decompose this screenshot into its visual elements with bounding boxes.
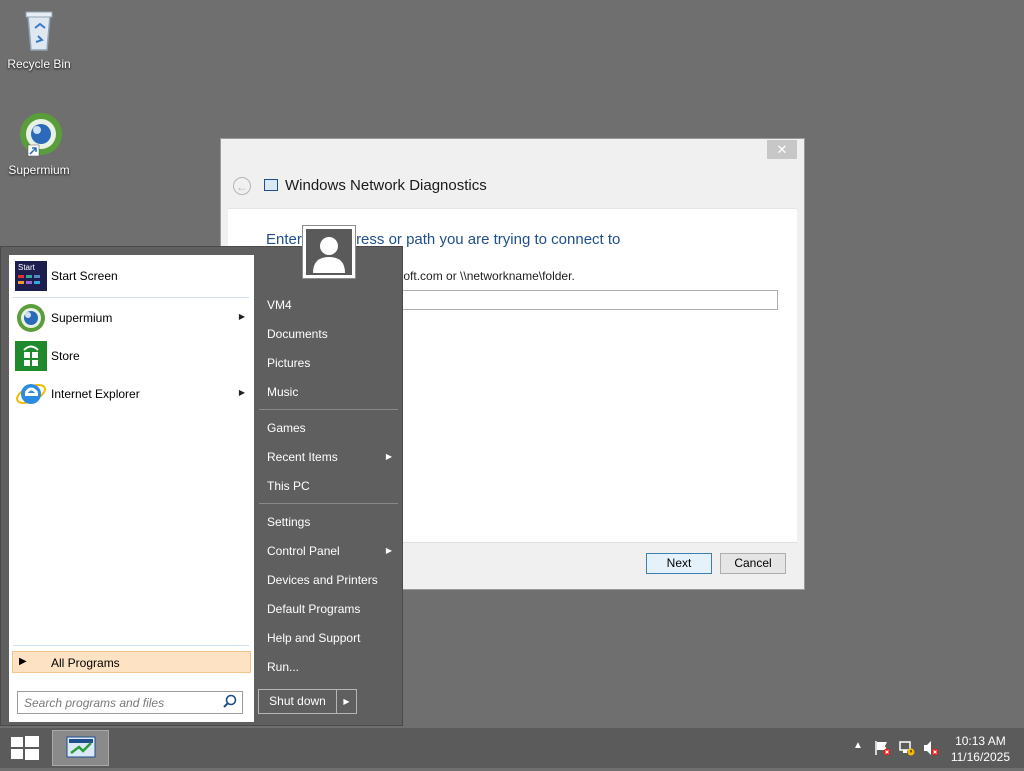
supermium-icon	[20, 113, 62, 157]
shutdown-options-arrow-icon[interactable]: ▶	[336, 689, 357, 714]
shutdown-button[interactable]: Shut down	[258, 689, 337, 714]
start-right-item-run[interactable]: Run...	[258, 653, 398, 680]
start-right-item-recent-items[interactable]: Recent Items ▶	[258, 443, 398, 470]
left-separator	[13, 297, 249, 298]
start-right-item-settings[interactable]: Settings	[258, 508, 398, 535]
right-item-label: Recent Items	[267, 450, 338, 464]
right-item-label: Control Panel	[267, 544, 340, 558]
right-item-label: Documents	[267, 327, 328, 341]
start-search-box[interactable]: Search programs and files	[17, 691, 243, 714]
dialog-title: Windows Network Diagnostics	[285, 177, 487, 194]
start-right-item-control-panel[interactable]: Control Panel ▶	[258, 537, 398, 564]
pinned-item-label: Store	[51, 349, 80, 363]
right-item-label: Music	[267, 385, 299, 399]
start-right-item-help-support[interactable]: Help and Support	[258, 624, 398, 651]
all-programs-label: All Programs	[51, 656, 120, 670]
start-button[interactable]	[0, 728, 50, 768]
start-right-item-games[interactable]: Games	[258, 414, 398, 441]
action-center-flag-icon[interactable]	[874, 740, 892, 756]
store-icon	[15, 341, 47, 371]
start-right-item-default-programs[interactable]: Default Programs	[258, 595, 398, 622]
start-right-item-vm4[interactable]: VM4	[258, 291, 398, 318]
right-separator	[259, 503, 398, 504]
start-right-item-pictures[interactable]: Pictures	[258, 349, 398, 376]
clock-date: 11/16/2025	[950, 750, 1010, 764]
windows-logo-icon	[11, 736, 39, 760]
pinned-item-label: Supermium	[51, 311, 113, 325]
submenu-arrow-icon: ▶	[385, 452, 392, 461]
dialog-close-button[interactable]: ✕	[767, 140, 797, 159]
clock-time: 10:13 AM	[955, 734, 1006, 748]
submenu-arrow-icon: ▶	[238, 388, 245, 397]
taskbar-clock[interactable]: 10:13 AM 11/16/2025	[951, 733, 1010, 765]
right-item-label: Devices and Printers	[267, 573, 378, 587]
search-placeholder: Search programs and files	[24, 696, 165, 710]
start-tile-text: Start	[18, 263, 36, 272]
recycle-bin-label: Recycle Bin	[7, 57, 71, 71]
start-right-item-music[interactable]: Music	[258, 378, 398, 405]
supermium-desktop-icon[interactable]: Supermium	[1, 110, 77, 177]
pinned-item-supermium[interactable]: Supermium ▶	[13, 301, 249, 335]
start-menu: Start Start Screen Supermium ▶ Store Int…	[0, 225, 403, 726]
pinned-item-internet-explorer[interactable]: Internet Explorer ▶	[13, 377, 249, 411]
pinned-item-label: Start Screen	[51, 269, 118, 283]
supermium-label: Supermium	[8, 163, 70, 177]
right-separator	[259, 409, 398, 410]
back-arrow-icon[interactable]: ←	[233, 177, 251, 195]
recycle-bin-desktop-icon[interactable]: Recycle Bin	[1, 6, 77, 71]
expand-arrow-icon: ▶	[19, 656, 27, 667]
user-avatar-frame	[306, 229, 352, 275]
show-hidden-icons-button[interactable]: ▲	[853, 740, 863, 751]
user-avatar-icon	[313, 237, 345, 273]
start-right-item-this-pc[interactable]: This PC	[258, 472, 398, 499]
start-right-item-devices-printers[interactable]: Devices and Printers	[258, 566, 398, 593]
pinned-item-start-screen[interactable]: Start Start Screen	[13, 259, 249, 293]
volume-muted-icon[interactable]	[922, 740, 940, 756]
next-button[interactable]: Next	[646, 553, 712, 574]
submenu-arrow-icon: ▶	[238, 312, 245, 321]
right-item-label: Games	[267, 421, 306, 435]
pinned-item-label: Internet Explorer	[51, 387, 140, 401]
taskbar-network-diagnostics-button[interactable]	[52, 730, 109, 766]
start-right-item-documents[interactable]: Documents	[258, 320, 398, 347]
taskbar: ▲ 10:13 AM 11/16/2025	[0, 728, 1024, 768]
right-item-label: Pictures	[267, 356, 311, 370]
right-item-label: Help and Support	[267, 631, 361, 645]
user-account-picture[interactable]	[302, 225, 356, 279]
start-menu-left-pane: Start Start Screen Supermium ▶ Store Int…	[9, 255, 254, 722]
submenu-arrow-icon: ▶	[385, 546, 392, 555]
right-item-label: Run...	[267, 660, 300, 674]
network-diagnostics-icon	[66, 736, 96, 758]
start-screen-icon: Start	[15, 261, 47, 291]
all-programs-button[interactable]: ▶ All Programs	[12, 651, 251, 673]
pinned-item-store[interactable]: Store	[13, 339, 249, 373]
search-icon[interactable]	[222, 694, 238, 710]
right-item-label: This PC	[267, 479, 310, 493]
network-diagnostics-icon	[264, 179, 278, 191]
network-status-icon[interactable]	[898, 740, 916, 756]
supermium-icon	[17, 304, 45, 332]
right-item-label: Settings	[267, 515, 311, 529]
left-separator	[13, 645, 249, 646]
cancel-button[interactable]: Cancel	[720, 553, 786, 574]
internet-explorer-icon	[16, 384, 46, 404]
recycle-bin-icon	[25, 11, 53, 51]
right-item-label: Default Programs	[267, 602, 361, 616]
right-item-label: VM4	[267, 298, 292, 312]
